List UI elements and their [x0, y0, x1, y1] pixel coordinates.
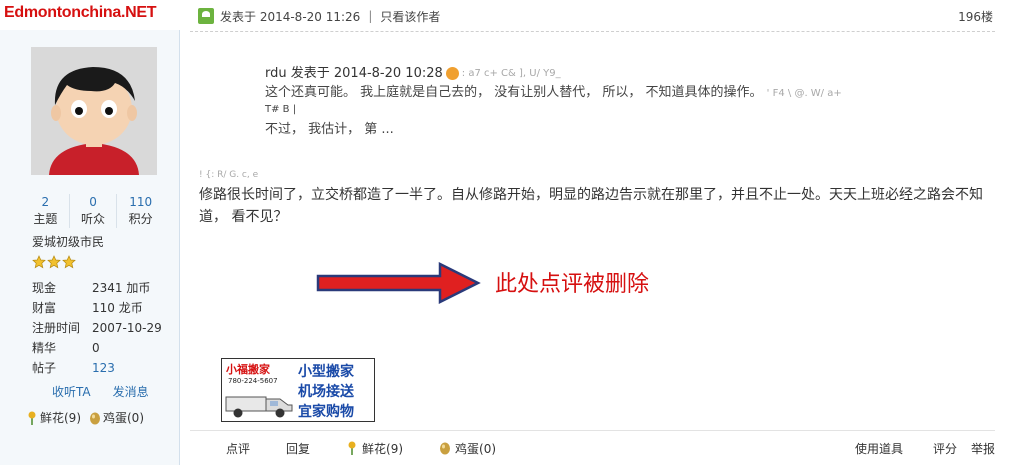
- info-value: 2341 加币: [92, 281, 151, 295]
- watermark-junk: ! {: R/ G. c, e: [199, 170, 259, 180]
- info-key: 财富: [32, 301, 57, 315]
- score-link[interactable]: 评分: [933, 440, 957, 457]
- egg-gift[interactable]: 鸡蛋(0): [89, 409, 144, 426]
- star-icon: [62, 255, 76, 269]
- reply-link[interactable]: 回复: [286, 440, 310, 457]
- avatar[interactable]: [31, 47, 157, 175]
- quote-text-2: 不过， 我估计， 第 ...: [265, 122, 394, 137]
- flower-label: 鲜花(9): [362, 441, 404, 456]
- watermark-junk: ' F4 \ @. W/ a+: [766, 88, 842, 99]
- ad-line-2: 机场接送: [298, 384, 354, 400]
- info-value: 0: [92, 341, 100, 355]
- ad-line-3: 宜家购物: [298, 404, 354, 420]
- rank-stars: [32, 255, 76, 269]
- use-tool-link[interactable]: 使用道具: [855, 440, 903, 457]
- egg-button[interactable]: 鸡蛋(0): [439, 440, 496, 457]
- post-header: 发表于 2014-8-20 11:26 | 只看该作者 196楼: [198, 5, 993, 27]
- watermark-junk: T# B |: [265, 104, 297, 115]
- egg-count: 鸡蛋(0): [103, 411, 144, 425]
- footer-left: 点评 回复 鲜花(9) 鸡蛋(0): [190, 440, 496, 457]
- user-gifts: 鲜花(9) 鸡蛋(0): [26, 409, 144, 426]
- flower-gift[interactable]: 鲜花(9): [26, 409, 81, 426]
- quote-date: 发表于 2014-8-20 10:28: [290, 66, 443, 81]
- ad-phone: 780-224-5607: [228, 377, 278, 385]
- user-info: 现金 2341 加币 财富 110 龙币 注册时间 2007-10-29 精华 …: [32, 278, 172, 378]
- quote-meta: rdu 发表于 2014-8-20 10:28 : a7 c+ C& ], U/…: [265, 64, 925, 83]
- stat-followers-value[interactable]: 0: [70, 194, 117, 210]
- stat-topics-label: 主题: [33, 212, 58, 226]
- stat-topics[interactable]: 2 主题: [22, 194, 70, 228]
- truck-icon: [225, 396, 293, 418]
- posts-count-link[interactable]: 123: [92, 358, 115, 378]
- egg-icon: [90, 412, 100, 424]
- info-row-wealth: 财富 110 龙币: [32, 298, 172, 318]
- user-rank[interactable]: 爱城初级市民: [32, 233, 104, 250]
- stat-followers[interactable]: 0 听众: [70, 194, 118, 228]
- report-link[interactable]: 举报: [971, 440, 995, 457]
- header-separator: |: [368, 9, 373, 23]
- watermark-junk: : a7 c+ C& ], U/ Y9_: [461, 68, 561, 79]
- flower-button[interactable]: 鲜花(9): [346, 440, 403, 457]
- quote-text: 这个还真可能。 我上庭就是自己去的， 没有让别人替代， 所以， 不知道具体的操作…: [265, 85, 763, 100]
- quote-block: rdu 发表于 2014-8-20 10:28 : a7 c+ C& ], U/…: [265, 64, 925, 139]
- header-divider: [190, 31, 995, 32]
- info-row-cash: 现金 2341 加币: [32, 278, 172, 298]
- quote-line: 这个还真可能。 我上庭就是自己去的， 没有让别人替代， 所以， 不知道具体的操作…: [265, 83, 925, 103]
- ad-line-1: 小型搬家: [298, 364, 354, 380]
- ad-company-name: 小福搬家: [226, 363, 270, 376]
- rate-link[interactable]: 点评: [226, 440, 250, 457]
- info-value: 2007-10-29: [92, 321, 162, 335]
- flower-icon: [348, 441, 356, 455]
- info-row-registered: 注册时间 2007-10-29: [32, 318, 172, 338]
- info-value: 110 龙币: [92, 301, 143, 315]
- info-row-posts: 帖子 123: [32, 358, 172, 378]
- stat-points-value[interactable]: 110: [117, 194, 164, 210]
- post-footer: 点评 回复 鲜花(9) 鸡蛋(0) 使用道具 评分 举报: [190, 430, 995, 465]
- info-key: 注册时间: [32, 321, 81, 335]
- flower-count: 鲜花(9): [40, 411, 81, 425]
- footer-right: 使用道具 评分 举报: [855, 440, 995, 457]
- smiley-icon: [445, 67, 459, 80]
- stat-points-label: 积分: [128, 212, 153, 226]
- user-sidebar: 2 主题 0 听众 110 积分 爱城初级市民 现金 2341 加币 财富 11…: [0, 30, 180, 465]
- floor-number[interactable]: 196楼: [958, 8, 993, 25]
- user-stats: 2 主题 0 听众 110 积分: [22, 194, 164, 228]
- egg-label: 鸡蛋(0): [455, 441, 497, 456]
- site-watermark: Edmontonchina.NET: [4, 4, 157, 21]
- star-icon: [47, 255, 61, 269]
- star-icon: [32, 255, 46, 269]
- info-key: 精华: [32, 341, 57, 355]
- stat-followers-label: 听众: [81, 212, 106, 226]
- follow-button[interactable]: 收听TA: [52, 383, 91, 400]
- info-row-digest: 精华 0: [32, 338, 172, 358]
- info-key: 现金: [32, 281, 57, 295]
- flower-icon: [28, 411, 36, 425]
- online-status-icon: [198, 8, 214, 24]
- message-button[interactable]: 发消息: [113, 383, 149, 400]
- quote-author: rdu: [265, 66, 287, 81]
- user-actions: 收听TA 发消息: [52, 383, 149, 400]
- moving-ad-banner[interactable]: 小福搬家 780-224-5607 小型搬家 机场接送 宜家购物: [221, 358, 375, 422]
- author-only-link[interactable]: 只看该作者: [380, 8, 440, 25]
- info-key: 帖子: [32, 361, 57, 375]
- stat-points[interactable]: 110 积分: [117, 194, 164, 228]
- post-body: 修路很长时间了，立交桥都造了一半了。自从修路开始，明显的路边告示就在那里了，并且…: [199, 187, 983, 225]
- egg-icon: [440, 442, 451, 455]
- deleted-comment-note: 此处点评被删除: [495, 272, 650, 297]
- stat-topics-value[interactable]: 2: [22, 194, 69, 210]
- post-timestamp: 发表于 2014-8-20 11:26: [220, 9, 361, 24]
- arrow-right-icon: [316, 262, 481, 304]
